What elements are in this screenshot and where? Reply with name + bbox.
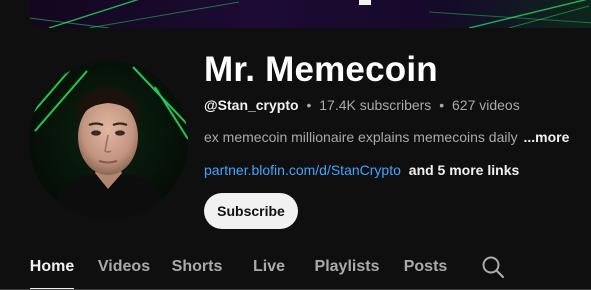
tab-live[interactable]: Live [253, 246, 285, 288]
search-icon[interactable] [480, 254, 506, 280]
channel-description[interactable]: ex memecoin millionaire explains memecoi… [204, 129, 569, 145]
meta-separator: • [439, 97, 445, 113]
channel-links: partner.blofin.com/d/StanCrypto and 5 mo… [204, 162, 519, 178]
subscriber-count: 17.4K subscribers [319, 97, 432, 113]
tab-shorts[interactable]: Shorts [172, 246, 223, 288]
banner-art [29, 0, 591, 28]
tab-home[interactable]: Home [30, 246, 74, 290]
channel-avatar[interactable] [29, 61, 188, 220]
tab-playlists[interactable]: Playlists [315, 246, 380, 288]
channel-name: Mr. Memecoin [204, 50, 438, 89]
more-links-button[interactable]: and 5 more links [409, 162, 519, 178]
meta-separator: • [306, 97, 312, 113]
channel-handle: @Stan_crypto [204, 97, 299, 113]
channel-tabs: Home Videos Shorts Live Playlists Posts [0, 246, 591, 290]
description-text: ex memecoin millionaire explains memecoi… [204, 129, 518, 145]
avatar-photo [29, 61, 188, 220]
channel-banner [29, 0, 591, 28]
tab-posts[interactable]: Posts [404, 246, 448, 288]
description-more-button[interactable]: ...more [523, 129, 569, 145]
subscribe-button[interactable]: Subscribe [204, 193, 298, 229]
channel-meta: @Stan_crypto • 17.4K subscribers • 627 v… [204, 97, 520, 113]
tab-videos[interactable]: Videos [98, 246, 150, 288]
video-count: 627 videos [452, 97, 520, 113]
channel-link[interactable]: partner.blofin.com/d/StanCrypto [204, 162, 401, 178]
